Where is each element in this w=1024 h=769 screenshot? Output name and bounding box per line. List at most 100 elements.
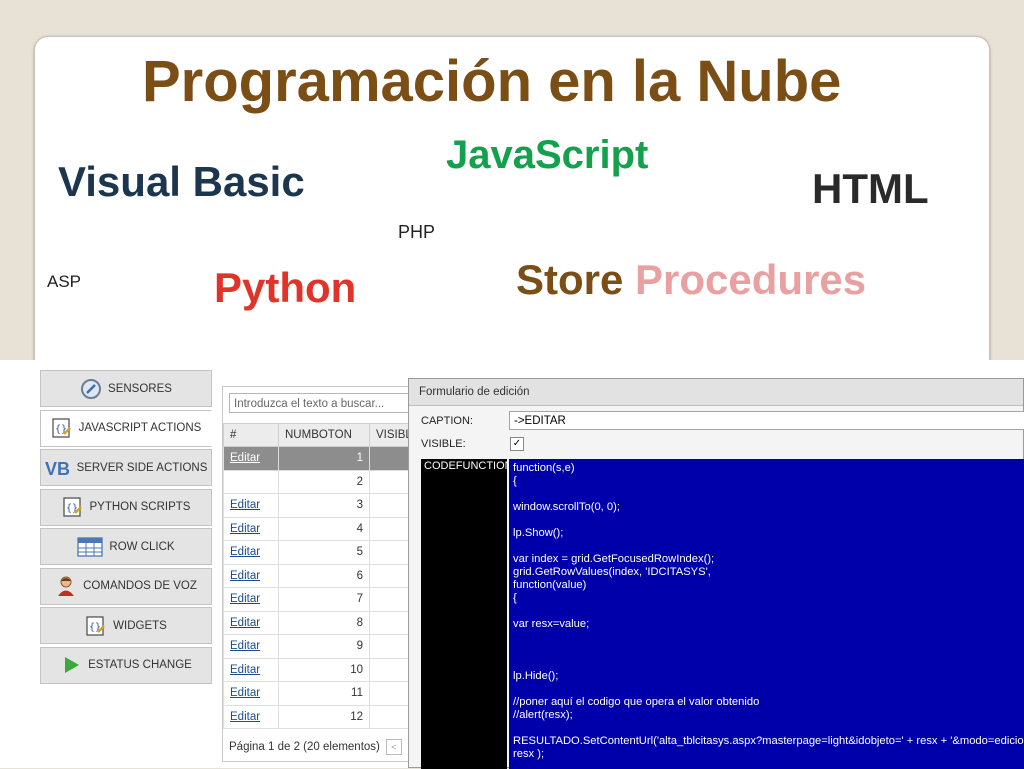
word-visual-basic: Visual Basic bbox=[58, 158, 305, 205]
grid-icon bbox=[77, 536, 104, 558]
numboton-cell: 9 bbox=[278, 634, 370, 659]
edit-link[interactable] bbox=[223, 469, 279, 494]
edit-link[interactable]: Editar bbox=[223, 493, 279, 518]
menu-item-server-side-actions[interactable]: VB SERVER SIDE ACTIONS bbox=[40, 449, 212, 486]
svg-text:VB: VB bbox=[45, 459, 70, 478]
menu-label: COMANDOS DE VOZ bbox=[83, 580, 197, 592]
word-php: PHP bbox=[398, 222, 436, 242]
table-row[interactable]: Editar 6 bbox=[223, 563, 419, 588]
vb-icon: VB bbox=[45, 457, 71, 479]
edit-link[interactable]: Editar bbox=[223, 516, 279, 541]
numboton-cell: 11 bbox=[278, 681, 370, 706]
table-row[interactable]: Editar 10 bbox=[223, 657, 419, 682]
word-python: Python bbox=[214, 264, 357, 311]
word-procedures: Procedures bbox=[635, 256, 867, 303]
menu-label: JAVASCRIPT ACTIONS bbox=[78, 422, 202, 434]
table-row[interactable]: Editar 1 bbox=[223, 446, 419, 471]
menu-item-sensores[interactable]: SENSORES bbox=[40, 370, 212, 407]
numboton-cell: 3 bbox=[278, 493, 370, 518]
popup-title: Formulario de edición bbox=[409, 379, 1023, 406]
table-row[interactable]: Editar 12 bbox=[223, 704, 419, 729]
column-header[interactable]: NUMBOTON bbox=[278, 423, 370, 447]
edit-link[interactable]: Editar bbox=[223, 446, 279, 471]
code-line: lp.Show(); bbox=[513, 527, 564, 539]
word-html: HTML bbox=[812, 165, 929, 212]
edit-link[interactable]: Editar bbox=[223, 587, 279, 612]
menu-label: WIDGETS bbox=[113, 619, 167, 632]
numboton-cell: 10 bbox=[278, 657, 370, 682]
edit-link[interactable]: Editar bbox=[223, 681, 279, 706]
menu-label: SERVER SIDE ACTIONS bbox=[76, 461, 208, 474]
visible-checkbox[interactable]: ✓ bbox=[510, 437, 524, 451]
table-row[interactable]: Editar 8 bbox=[223, 610, 419, 635]
code-line: function(s,e) bbox=[513, 462, 575, 474]
code-braces-icon: {} bbox=[62, 496, 84, 518]
numboton-cell: 8 bbox=[278, 610, 370, 635]
code-line: //alert(resx); bbox=[513, 709, 573, 721]
menu-label: SENSORES bbox=[108, 382, 172, 395]
code-line: resx ); bbox=[513, 748, 545, 760]
table-row[interactable]: Editar 11 bbox=[223, 681, 419, 706]
table-row[interactable]: Editar 7 bbox=[223, 587, 419, 612]
table-row[interactable]: Editar 5 bbox=[223, 540, 419, 565]
pager: Página 1 de 2 (20 elementos) < bbox=[229, 739, 402, 755]
search-input[interactable]: Introduzca el texto a buscar... bbox=[229, 393, 413, 413]
menu-item-comandos-de-voz[interactable]: COMANDOS DE VOZ bbox=[40, 567, 212, 605]
numboton-cell: 7 bbox=[278, 587, 370, 612]
visible-label: VISIBLE: bbox=[421, 438, 466, 450]
code-line: window.scrollTo(0, 0); bbox=[513, 501, 620, 513]
numboton-cell: 5 bbox=[278, 540, 370, 565]
menu-item-javascript-actions[interactable]: {} JAVASCRIPT ACTIONS bbox=[40, 409, 212, 447]
code-label-panel bbox=[421, 459, 507, 769]
menu-label: ROW CLICK bbox=[109, 540, 175, 553]
word-javascript: JavaScript bbox=[446, 133, 649, 177]
table-row[interactable]: 2 bbox=[223, 469, 419, 494]
word-store-procedures: Store Procedures bbox=[516, 256, 866, 304]
grid-table: # NUMBOTON VISIBL Editar 1 2 Editar 3 Editar 4… bbox=[223, 423, 419, 729]
slide-title: Programación en la Nube bbox=[142, 49, 842, 114]
edit-link[interactable]: Editar bbox=[223, 657, 279, 682]
menu-item-estatus-change[interactable]: ESTATUS CHANGE bbox=[40, 646, 212, 684]
data-grid: Introduzca el texto a buscar... # NUMBOT… bbox=[222, 386, 420, 762]
code-line: var resx=value; bbox=[513, 618, 590, 630]
numboton-cell: 6 bbox=[278, 563, 370, 588]
play-icon bbox=[60, 654, 82, 676]
edit-form-popup: Formulario de edición CAPTION: ->EDITAR … bbox=[408, 378, 1024, 769]
code-braces-icon: {} bbox=[85, 615, 107, 637]
numboton-cell: 4 bbox=[278, 516, 370, 541]
code-line: { bbox=[513, 592, 517, 604]
column-header[interactable]: # bbox=[223, 423, 279, 447]
table-row[interactable]: Editar 4 bbox=[223, 516, 419, 541]
menu-label: PYTHON SCRIPTS bbox=[89, 501, 191, 513]
menu-item-widgets[interactable]: {} WIDGETS bbox=[40, 607, 212, 644]
edit-link[interactable]: Editar bbox=[223, 634, 279, 659]
pager-prev-button[interactable]: < bbox=[385, 739, 402, 755]
person-icon bbox=[55, 575, 77, 597]
table-row[interactable]: Editar 9 bbox=[223, 634, 419, 659]
code-line: grid.GetRowValues(index, 'IDCITASYS', bbox=[513, 566, 711, 578]
pager-summary: Página 1 de 2 (20 elementos) bbox=[229, 741, 380, 753]
numboton-cell: 2 bbox=[278, 469, 370, 494]
caption-label: CAPTION: bbox=[421, 415, 473, 427]
table-row[interactable]: Editar 3 bbox=[223, 493, 419, 518]
caption-input[interactable]: ->EDITAR bbox=[509, 411, 1024, 430]
edit-link[interactable]: Editar bbox=[223, 540, 279, 565]
menu-item-python-scripts[interactable]: {} PYTHON SCRIPTS bbox=[40, 488, 212, 526]
code-line: function(value) bbox=[513, 579, 587, 591]
edit-link[interactable]: Editar bbox=[223, 563, 279, 588]
menu-item-row-click[interactable]: ROW CLICK bbox=[40, 528, 212, 565]
numboton-cell: 1 bbox=[278, 446, 370, 471]
edit-link[interactable]: Editar bbox=[223, 610, 279, 635]
app-screenshot: SENSORES {} JAVASCRIPT ACTIONS VB SERVER… bbox=[0, 360, 1024, 769]
code-line: var index = grid.GetFocusedRowIndex(); bbox=[513, 553, 715, 565]
code-editor[interactable]: function(s,e) { window.scrollTo(0, 0); lp.S… bbox=[509, 459, 1024, 769]
edit-link[interactable]: Editar bbox=[223, 704, 279, 729]
code-line: lp.Hide(); bbox=[513, 670, 559, 682]
